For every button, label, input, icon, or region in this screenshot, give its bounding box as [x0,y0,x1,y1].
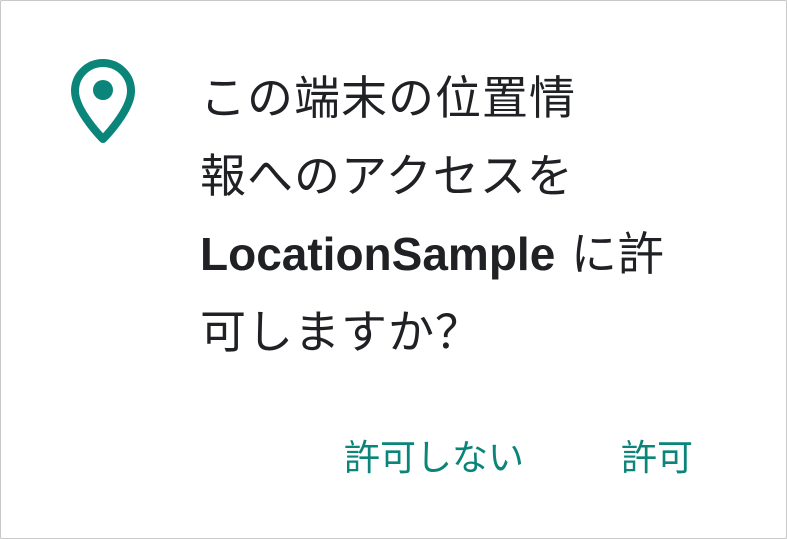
message-line-2: 報へのアクセスを [200,149,574,203]
allow-button[interactable]: 許可 [621,431,693,487]
location-pin-icon [71,59,135,143]
permission-message: この端末の位置情 報へのアクセスを LocationSample に許 可します… [200,59,745,371]
message-line-4: 可しますか？ [200,305,482,359]
dialog-actions: 許可しない 許可 [1,431,786,491]
deny-button[interactable]: 許可しない [344,431,524,487]
message-line-1: この端末の位置情 [200,71,576,125]
permission-dialog: この端末の位置情 報へのアクセスを LocationSample に許 可します… [0,0,787,539]
message-line-3-suffix: に許 [555,227,665,281]
app-name: LocationSample [200,228,556,280]
